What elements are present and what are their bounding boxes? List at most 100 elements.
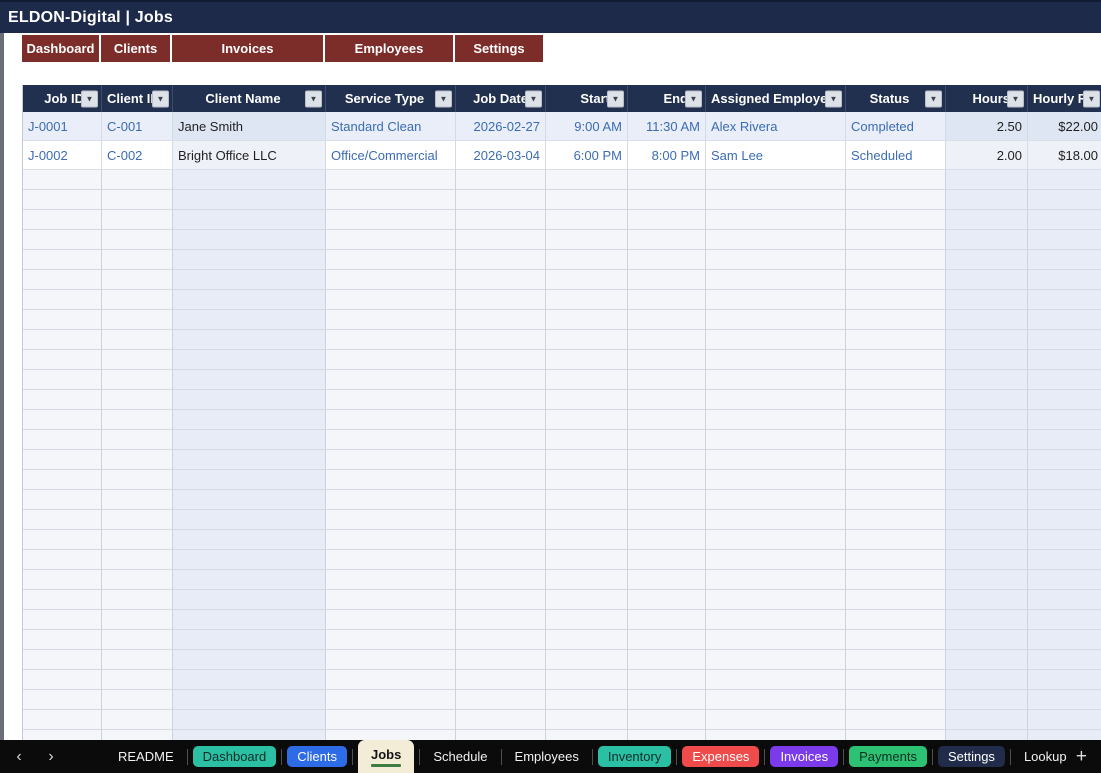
empty-cell[interactable] (326, 250, 456, 270)
empty-cell[interactable] (23, 530, 102, 550)
empty-cell[interactable] (326, 330, 456, 350)
empty-cell[interactable] (946, 370, 1028, 390)
empty-cell[interactable] (1028, 470, 1101, 490)
empty-cell[interactable] (173, 190, 326, 210)
empty-cell[interactable] (102, 350, 173, 370)
sheet-tab-employees[interactable]: Employees (507, 746, 587, 767)
empty-cell[interactable] (456, 590, 546, 610)
empty-cell[interactable] (102, 490, 173, 510)
empty-cell[interactable] (846, 510, 946, 530)
empty-cell[interactable] (456, 470, 546, 490)
empty-cell[interactable] (946, 430, 1028, 450)
empty-cell[interactable] (628, 410, 706, 430)
empty-cell[interactable] (546, 570, 628, 590)
empty-cell[interactable] (946, 310, 1028, 330)
empty-cell[interactable] (628, 350, 706, 370)
empty-cell[interactable] (173, 610, 326, 630)
empty-cell[interactable] (1028, 410, 1101, 430)
empty-cell[interactable] (946, 410, 1028, 430)
cell-assigned-employee[interactable]: Sam Lee (706, 141, 846, 170)
cell-hourly-rate[interactable]: $18.00 (1028, 141, 1101, 170)
empty-cell[interactable] (706, 550, 846, 570)
column-header-assigned-employee[interactable]: Assigned Employee ▼ (706, 85, 846, 112)
empty-cell[interactable] (706, 290, 846, 310)
empty-cell[interactable] (23, 410, 102, 430)
empty-cell[interactable] (173, 510, 326, 530)
empty-cell[interactable] (546, 310, 628, 330)
empty-cell[interactable] (456, 510, 546, 530)
empty-cell[interactable] (23, 370, 102, 390)
empty-cell[interactable] (1028, 570, 1101, 590)
empty-cell[interactable] (946, 710, 1028, 730)
empty-cell[interactable] (946, 650, 1028, 670)
empty-cell[interactable] (326, 450, 456, 470)
empty-cell[interactable] (326, 190, 456, 210)
empty-cell[interactable] (546, 450, 628, 470)
empty-cell[interactable] (628, 370, 706, 390)
empty-cell[interactable] (456, 230, 546, 250)
empty-cell[interactable] (102, 270, 173, 290)
empty-cell[interactable] (628, 270, 706, 290)
empty-cell[interactable] (846, 530, 946, 550)
empty-cell[interactable] (173, 250, 326, 270)
empty-cell[interactable] (102, 390, 173, 410)
empty-cell[interactable] (546, 550, 628, 570)
empty-cell[interactable] (706, 410, 846, 430)
add-sheet-button[interactable]: + (1076, 747, 1087, 766)
cell-job-id[interactable]: J-0002 (23, 141, 102, 170)
empty-cell[interactable] (706, 590, 846, 610)
empty-cell[interactable] (1028, 230, 1101, 250)
column-header-hours[interactable]: Hours ▼ (946, 85, 1028, 112)
empty-cell[interactable] (456, 310, 546, 330)
empty-cell[interactable] (946, 230, 1028, 250)
empty-cell[interactable] (456, 650, 546, 670)
empty-cell[interactable] (173, 650, 326, 670)
empty-cell[interactable] (946, 550, 1028, 570)
empty-cell[interactable] (706, 490, 846, 510)
empty-cell[interactable] (628, 190, 706, 210)
empty-cell[interactable] (326, 290, 456, 310)
empty-cell[interactable] (173, 490, 326, 510)
empty-cell[interactable] (1028, 250, 1101, 270)
nav-button-invoices[interactable]: Invoices (172, 35, 325, 62)
empty-cell[interactable] (546, 650, 628, 670)
empty-cell[interactable] (23, 710, 102, 730)
empty-cell[interactable] (102, 510, 173, 530)
empty-cell[interactable] (628, 250, 706, 270)
empty-cell[interactable] (628, 530, 706, 550)
empty-cell[interactable] (326, 590, 456, 610)
empty-cell[interactable] (102, 630, 173, 650)
empty-cell[interactable] (546, 530, 628, 550)
empty-cell[interactable] (23, 630, 102, 650)
empty-cell[interactable] (546, 390, 628, 410)
filter-dropdown-button[interactable]: ▼ (81, 90, 98, 107)
empty-cell[interactable] (326, 210, 456, 230)
nav-button-employees[interactable]: Employees (325, 35, 455, 62)
empty-cell[interactable] (173, 390, 326, 410)
empty-cell[interactable] (23, 270, 102, 290)
empty-cell[interactable] (846, 490, 946, 510)
empty-cell[interactable] (456, 170, 546, 190)
empty-cell[interactable] (706, 330, 846, 350)
empty-cell[interactable] (846, 190, 946, 210)
column-header-start[interactable]: Start ▼ (546, 85, 628, 112)
empty-cell[interactable] (546, 490, 628, 510)
empty-cell[interactable] (706, 630, 846, 650)
column-header-client-name[interactable]: Client Name ▼ (173, 85, 326, 112)
nav-button-dashboard[interactable]: Dashboard (22, 35, 101, 62)
cell-status[interactable]: Scheduled (846, 141, 946, 170)
empty-cell[interactable] (23, 330, 102, 350)
cell-status[interactable]: Completed (846, 112, 946, 141)
empty-cell[interactable] (846, 630, 946, 650)
empty-cell[interactable] (456, 670, 546, 690)
empty-cell[interactable] (946, 670, 1028, 690)
empty-cell[interactable] (846, 170, 946, 190)
empty-cell[interactable] (946, 530, 1028, 550)
empty-cell[interactable] (173, 550, 326, 570)
empty-cell[interactable] (326, 350, 456, 370)
empty-cell[interactable] (1028, 210, 1101, 230)
empty-cell[interactable] (846, 210, 946, 230)
empty-cell[interactable] (706, 510, 846, 530)
empty-cell[interactable] (628, 630, 706, 650)
empty-cell[interactable] (326, 430, 456, 450)
